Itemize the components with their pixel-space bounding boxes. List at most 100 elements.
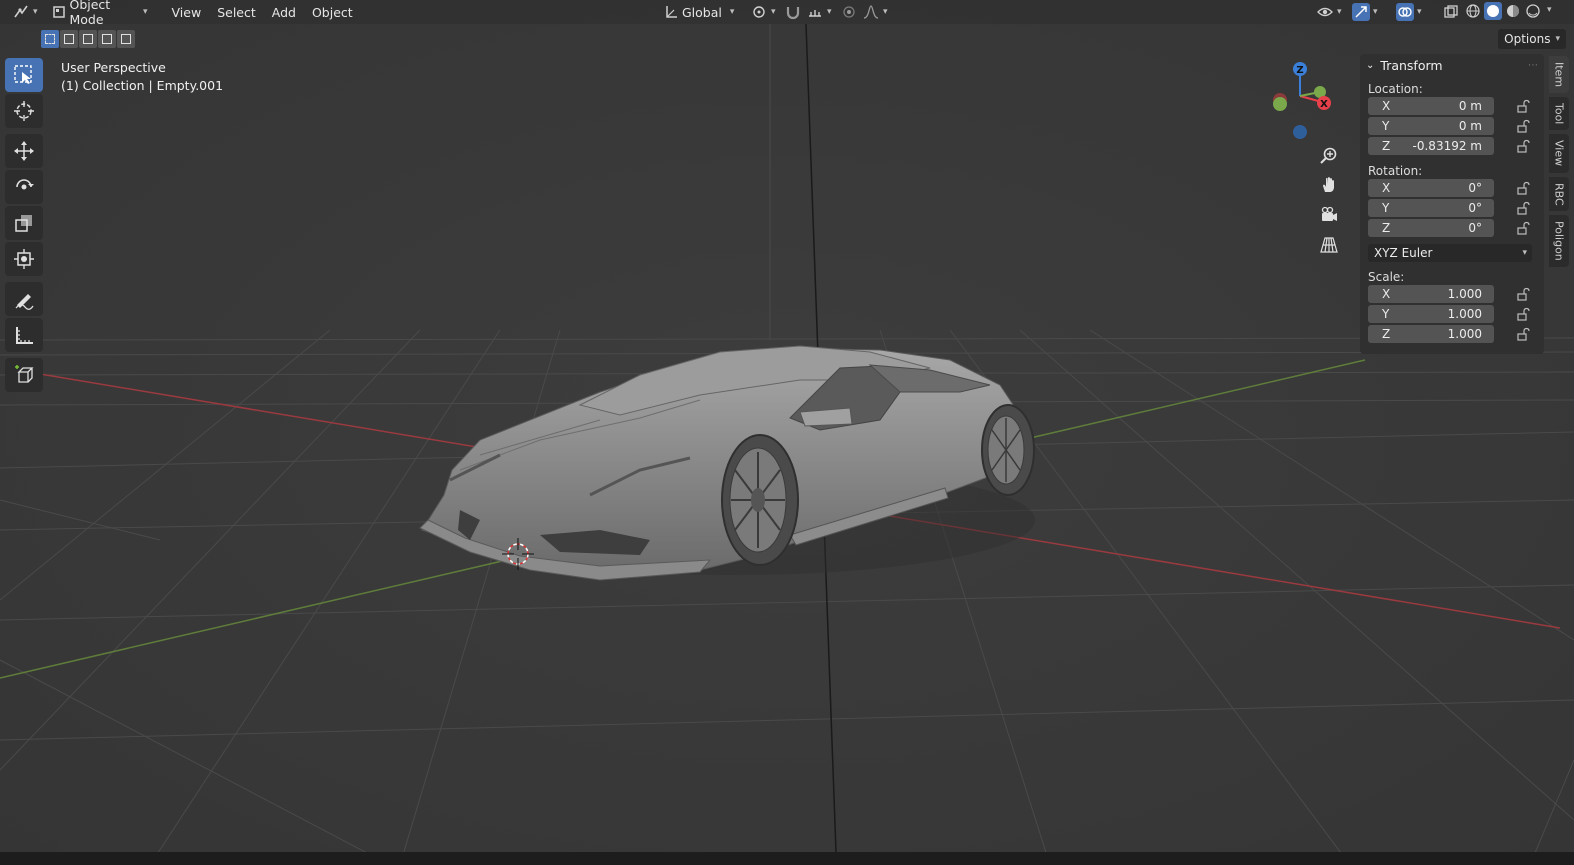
chevron-down-icon[interactable]: ▾ (1547, 5, 1552, 20)
unlock-icon[interactable] (1516, 327, 1530, 341)
field-value: 0 m (1458, 99, 1482, 113)
scale-y-row: Y 1.000 (1368, 304, 1544, 324)
scale-z-field[interactable]: Z 1.000 (1368, 325, 1494, 343)
perspective-toggle-button[interactable] (1316, 232, 1342, 258)
unlock-icon[interactable] (1516, 181, 1530, 195)
scale-label: Scale: (1368, 270, 1405, 284)
scale-y-field[interactable]: Y 1.000 (1368, 305, 1494, 323)
select-intersect-icon[interactable] (117, 30, 135, 48)
field-value: 1.000 (1447, 307, 1482, 321)
visibility-dropdown[interactable]: ▾ (1310, 1, 1348, 23)
tool-rotate[interactable] (5, 170, 43, 204)
scale-x-field[interactable]: X 1.000 (1368, 285, 1494, 303)
tool-select-box[interactable] (5, 58, 43, 92)
transform-orientation-dropdown[interactable]: Global ▾ (658, 1, 738, 23)
measure-icon (16, 327, 33, 344)
chevron-down-icon: ▾ (1417, 7, 1422, 17)
annotate-icon (15, 294, 34, 310)
tab-rbc[interactable]: RBC (1549, 176, 1569, 212)
unlock-icon[interactable] (1516, 221, 1530, 235)
tool-add-cube[interactable] (5, 358, 43, 392)
rotation-label: Rotation: (1368, 164, 1423, 178)
rotation-z-field[interactable]: Z 0° (1368, 219, 1494, 237)
tab-item[interactable]: Item (1549, 56, 1569, 94)
tool-cursor[interactable] (5, 94, 43, 128)
rotation-x-field[interactable]: X 0° (1368, 179, 1494, 197)
location-x-field[interactable]: X 0 m (1368, 97, 1494, 115)
select-invert-icon[interactable] (98, 30, 116, 48)
select-subtract-icon[interactable] (79, 30, 97, 48)
axis-label: X (1382, 181, 1391, 195)
field-value: 0° (1468, 221, 1482, 235)
rotation-mode-label: XYZ Euler (1374, 246, 1433, 260)
unlock-icon[interactable] (1516, 99, 1530, 113)
tool-transform[interactable] (5, 242, 43, 276)
location-y-field[interactable]: Y 0 m (1368, 117, 1494, 135)
timeline-header-strip (0, 852, 1574, 865)
drag-handle-icon[interactable]: ⋯ (1528, 60, 1538, 71)
falloff-dropdown[interactable]: ▾ (856, 1, 894, 23)
chevron-down-icon: ▾ (1373, 7, 1378, 17)
xray-toggle[interactable] (1436, 1, 1466, 23)
tool-move[interactable] (5, 134, 43, 168)
material-shading-icon[interactable] (1504, 2, 1522, 20)
rotation-y-field[interactable]: Y 0° (1368, 199, 1494, 217)
snap-increment-icon (806, 3, 824, 21)
add-cube-icon (15, 365, 34, 383)
chevron-down-icon: ▾ (827, 7, 832, 17)
view-name: User Perspective (61, 60, 166, 75)
tool-measure[interactable] (5, 318, 43, 352)
menu-add[interactable]: Add (264, 1, 304, 23)
axis-label: X (1382, 287, 1391, 301)
tool-scale[interactable] (5, 206, 43, 240)
x-label: X (1320, 99, 1328, 110)
viewport-info: User Perspective (1) Collection | Empty.… (61, 59, 223, 95)
menu-select[interactable]: Select (209, 1, 264, 23)
wireframe-shading-icon[interactable] (1464, 2, 1482, 20)
select-new-icon[interactable] (41, 30, 59, 48)
unlock-icon[interactable] (1516, 139, 1530, 153)
pan-button[interactable] (1316, 172, 1342, 198)
tab-tool[interactable]: Tool (1549, 97, 1569, 131)
xray-icon (1442, 3, 1460, 21)
navigation-gizmo[interactable]: Z X (1262, 56, 1342, 146)
menu-object[interactable]: Object (304, 1, 361, 23)
location-z-field[interactable]: Z -0.83192 m (1368, 137, 1494, 155)
chevron-down-icon: ▾ (1555, 34, 1560, 44)
field-value: 0° (1468, 201, 1482, 215)
unlock-icon[interactable] (1516, 287, 1530, 301)
axis-label: Z (1382, 221, 1391, 235)
mode-dropdown[interactable]: Object Mode ▾ (46, 0, 154, 27)
gizmo-toggle[interactable]: ▾ (1346, 1, 1384, 23)
unlock-icon[interactable] (1516, 307, 1530, 321)
unlock-icon[interactable] (1516, 201, 1530, 215)
tool-annotate[interactable] (5, 282, 43, 316)
axis-label: Y (1382, 307, 1390, 321)
solid-shading-icon[interactable] (1484, 2, 1502, 20)
select-extend-icon[interactable] (60, 30, 78, 48)
snap-target-dropdown[interactable]: ▾ (800, 1, 838, 23)
tab-poligon[interactable]: Poligon (1549, 215, 1569, 267)
transform-panel-header[interactable]: ⌄ Transform ⋯ (1360, 54, 1544, 76)
axis-label: Z (1382, 139, 1391, 153)
camera-icon (1321, 206, 1337, 221)
camera-view-button[interactable] (1316, 202, 1342, 228)
zoom-button[interactable] (1316, 142, 1342, 168)
axis-label: Y (1382, 201, 1390, 215)
overlays-toggle[interactable]: ▾ (1390, 1, 1428, 23)
rotation-mode-dropdown[interactable]: XYZ Euler ▾ (1368, 244, 1532, 262)
unlock-icon[interactable] (1516, 119, 1530, 133)
z-label: Z (1296, 65, 1303, 76)
orientation-icon (664, 3, 678, 21)
scale-icon (15, 215, 32, 232)
pivot-point-dropdown[interactable]: ▾ (744, 1, 782, 23)
editor-type-dropdown[interactable]: ▾ (6, 1, 44, 23)
scale-z-row: Z 1.000 (1368, 324, 1544, 344)
options-dropdown[interactable]: Options ▾ (1498, 29, 1566, 49)
mode-label: Object Mode (69, 0, 111, 27)
menu-view[interactable]: View (164, 1, 210, 23)
select-box-icon (14, 65, 32, 84)
chevron-down-icon: ▾ (729, 7, 735, 17)
tab-view[interactable]: View (1549, 134, 1569, 173)
rendered-shading-icon[interactable] (1524, 2, 1542, 20)
